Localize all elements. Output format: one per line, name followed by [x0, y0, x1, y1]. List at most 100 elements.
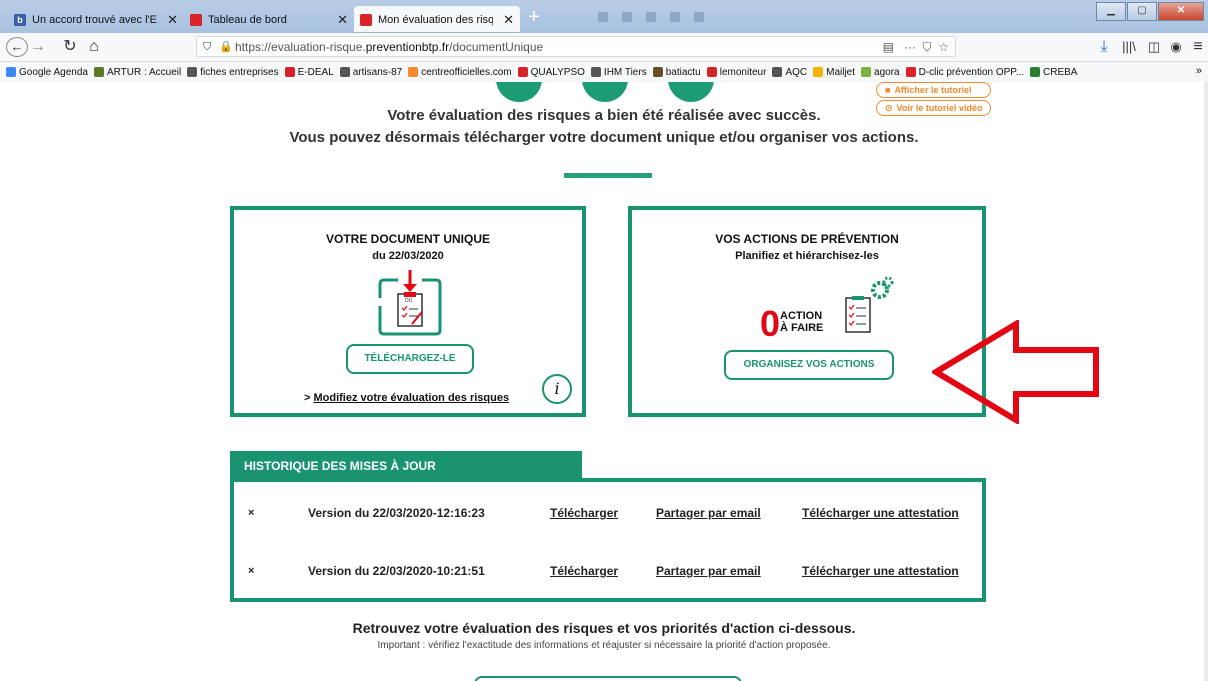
bookmark-icon	[408, 67, 419, 77]
bookmark-label: fiches entreprises	[200, 66, 279, 78]
document-download-icon: DU	[378, 270, 442, 336]
bookmark-icon	[6, 67, 16, 77]
du-label: DU	[405, 298, 413, 304]
reload-icon[interactable]: ↻	[62, 37, 78, 57]
bookmark-item[interactable]: Google Agenda	[6, 67, 88, 78]
window-controls: ▁ ▢ ✕	[1096, 2, 1204, 21]
new-tab-icon[interactable]: +	[522, 7, 546, 29]
step-icon	[668, 82, 714, 102]
card-title: VOTRE DOCUMENT UNIQUE	[325, 232, 490, 246]
close-icon[interactable]: ✕	[167, 12, 178, 28]
modify-evaluation-label: Modifiez votre évaluation des risques	[313, 392, 510, 404]
menu-icon[interactable]: ≡	[1190, 37, 1206, 57]
delete-icon[interactable]: ×	[248, 507, 254, 519]
bookmark-icon	[813, 67, 824, 77]
lock-icon[interactable]: 🔒	[219, 37, 233, 58]
history-row: × Version du 22/03/2020-10:21:51 Télécha…	[234, 562, 982, 582]
history-row: × Version du 22/03/2020-12:16:23 Télécha…	[234, 504, 982, 524]
delete-icon[interactable]: ×	[248, 565, 254, 577]
bookmark-label: D-clic prévention OPP...	[918, 66, 1025, 78]
bookmark-item[interactable]: artisans-87	[339, 66, 403, 78]
bookmark-item[interactable]: centreofficielles.com	[408, 67, 512, 78]
forward-arrow-icon[interactable]: →	[30, 37, 46, 57]
bookmark-item[interactable]: E-DEAL	[284, 66, 334, 78]
tab-accord[interactable]: b Un accord trouvé avec l'Etat po ✕	[8, 6, 184, 33]
bookmark-icon	[93, 67, 104, 77]
maximize-icon[interactable]: ▢	[1127, 2, 1157, 21]
download-link[interactable]: Télécharger	[550, 506, 618, 520]
tab-tableau-de-bord[interactable]: Tableau de bord ✕	[184, 6, 354, 33]
bookmarks-overflow-icon[interactable]: »	[1196, 65, 1202, 77]
bookmark-icon	[517, 67, 528, 77]
sidebar-icon[interactable]: ◫	[1146, 37, 1162, 57]
action-label-line1: ACTION	[780, 310, 823, 322]
tab-evaluation-risques[interactable]: Mon évaluation des risques ✕	[354, 6, 520, 33]
bookmark-label: E-DEAL	[297, 66, 334, 78]
info-icon[interactable]: i	[542, 374, 572, 404]
url-prefix: https://evaluation-risque.	[235, 40, 366, 54]
bookmark-item[interactable]: IHM Tiers	[590, 66, 647, 78]
bookmark-label: QUALYPSO	[530, 66, 585, 78]
card-subtitle: Planifiez et hiérarchisez-les	[735, 250, 879, 262]
success-message: Votre évaluation des risques a bien été …	[387, 107, 821, 124]
bookmark-item[interactable]: QUALYPSO	[517, 66, 585, 78]
bookmark-label: Google Agenda	[19, 66, 88, 78]
download-link[interactable]: Télécharger	[550, 564, 618, 578]
modify-evaluation-link[interactable]: > Modifiez votre évaluation des risques	[304, 392, 509, 404]
bookmark-item[interactable]: AQC	[772, 67, 807, 78]
bookmark-item[interactable]: agora	[861, 67, 900, 78]
history-box: × Version du 22/03/2020-12:16:23 Télécha…	[230, 478, 986, 602]
card-date: du 22/03/2020	[372, 250, 444, 262]
bookmark-item[interactable]: Mailjet	[813, 67, 855, 78]
page-actions-icon[interactable]: ▤ ··· ⛉ ☆	[883, 37, 949, 58]
download-attestation-link[interactable]: Télécharger une attestation	[802, 564, 959, 578]
organize-actions-button[interactable]: ORGANISEZ VOS ACTIONS	[724, 350, 894, 380]
close-icon[interactable]: ✕	[503, 12, 514, 28]
b-favicon-icon: b	[14, 13, 26, 26]
home-icon[interactable]: ⌂	[86, 37, 102, 57]
shield-icon[interactable]: ⛉	[203, 37, 211, 58]
url-domain: preventionbtp.fr	[365, 40, 450, 54]
account-icon[interactable]: ◉	[1168, 37, 1184, 57]
bookmark-icon	[284, 67, 295, 77]
bottom-button[interactable]	[474, 676, 742, 681]
url-path: /documentUnique	[449, 40, 544, 54]
close-icon[interactable]: ✕	[337, 12, 348, 28]
bookmark-label: ARTUR : Accueil	[106, 66, 182, 78]
bookmark-item[interactable]: fiches entreprises	[187, 66, 279, 78]
back-arrow-icon[interactable]: ←	[6, 37, 28, 57]
tab-bar: b Un accord trouvé avec l'Etat po ✕ Tabl…	[0, 0, 1208, 33]
results-heading: Retrouvez votre évaluation des risques e…	[352, 620, 856, 636]
minimize-icon[interactable]: ▁	[1096, 2, 1126, 21]
show-tutorial-label: Afficher le tutoriel	[894, 85, 972, 95]
bookmark-item[interactable]: CREBA	[1030, 67, 1077, 78]
library-icon[interactable]: |||\	[1120, 37, 1138, 57]
bookmark-label: lemoniteur	[719, 66, 767, 78]
success-submessage: Vous pouvez désormais télécharger votre …	[289, 129, 919, 146]
bookmark-item[interactable]: ARTUR : Accueil	[93, 66, 182, 78]
download-icon[interactable]: ⤓	[1096, 37, 1112, 57]
download-document-button[interactable]: TÉLÉCHARGEZ-LE	[346, 344, 474, 374]
history-title: HISTORIQUE DES MISES À JOUR	[230, 451, 582, 479]
bookmark-icon	[772, 67, 783, 77]
share-email-link[interactable]: Partager par email	[656, 506, 761, 520]
bookmark-icon	[339, 67, 350, 77]
url-bar[interactable]: ⛉ 🔒 https://evaluation-risque.prevention…	[196, 36, 956, 57]
bookmark-item[interactable]: batiactu	[652, 67, 701, 78]
step-icon	[582, 82, 628, 102]
bookmark-icon	[1030, 67, 1041, 77]
bookmark-item[interactable]: lemoniteur	[706, 66, 767, 78]
bookmark-icon	[187, 67, 198, 77]
bookmark-icon	[905, 67, 916, 77]
bookmark-label: IHM Tiers	[603, 66, 647, 78]
download-attestation-link[interactable]: Télécharger une attestation	[802, 506, 959, 520]
action-count: 0	[760, 303, 781, 344]
window-close-icon[interactable]: ✕	[1158, 2, 1204, 21]
scrollbar[interactable]	[1204, 82, 1208, 681]
show-tutorial-button[interactable]: ■ Afficher le tutoriel	[876, 82, 992, 98]
bookmark-label: artisans-87	[352, 66, 403, 78]
share-email-link[interactable]: Partager par email	[656, 564, 761, 578]
version-label: Version du 22/03/2020-10:21:51	[308, 564, 485, 578]
bookmark-item[interactable]: D-clic prévention OPP...	[905, 66, 1025, 78]
bookmark-icon	[590, 67, 601, 77]
